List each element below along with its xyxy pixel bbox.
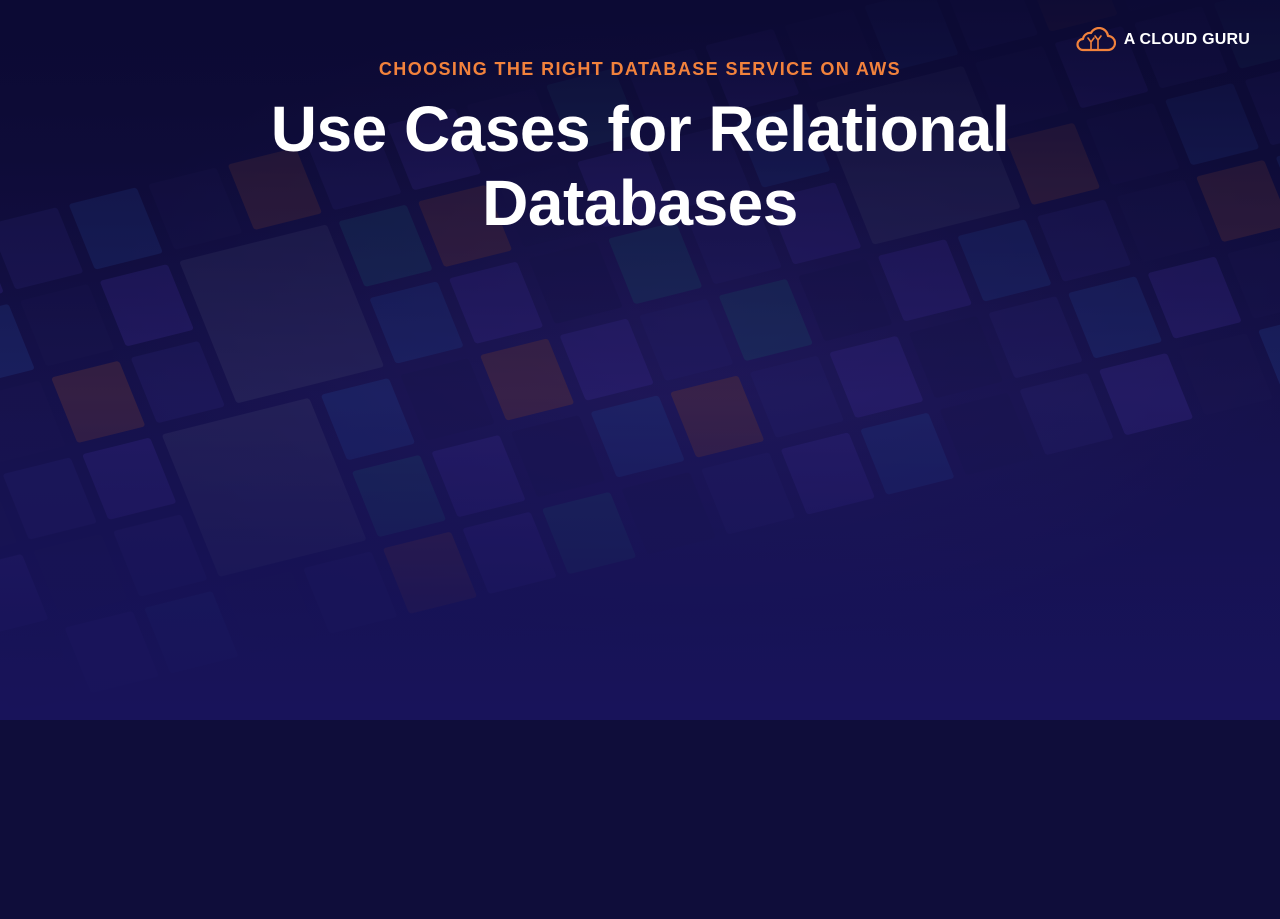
slide-eyebrow: CHOOSING THE RIGHT DATABASE SERVICE ON A… [378,59,902,79]
cloud-logo-icon [1076,27,1116,52]
brand-name: A CLOUD GURU [1123,31,1250,48]
brand-logo: A CLOUD GURU [1074,27,1250,53]
slide-title: Use Cases for Relational Databases [270,93,1010,239]
